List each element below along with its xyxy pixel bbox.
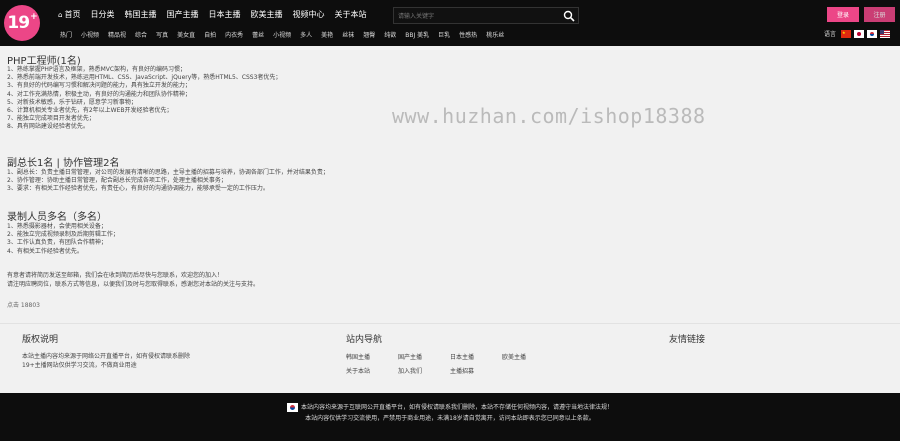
disclaimer-text: 本站内容均来源于互联网公开直播平台，如有侵权请联系我们删除，本站不存储任何视频内… <box>0 402 900 424</box>
search-icon[interactable] <box>563 10 575 22</box>
list-item: 3、要求：有相关工作经验者优先，有责任心，有良好的沟通协调能力，能够承受一定的工… <box>7 185 269 193</box>
category-link[interactable]: 内衣秀 <box>225 30 243 39</box>
category-link[interactable]: 丝袜 <box>342 30 354 39</box>
category-link[interactable]: 自拍 <box>204 30 216 39</box>
register-button[interactable]: 注册 <box>864 7 895 22</box>
category-link[interactable]: 写真 <box>156 30 168 39</box>
section-title-recording: 录制人员多名（多名） <box>7 212 107 223</box>
section-title-php: PHP工程师(1名) <box>7 56 81 67</box>
list-item: 4、有相关工作经验者优先。 <box>7 247 83 255</box>
list-item: 1、副总长：负责主播日常管理，对公司的发展有清晰的思路，主导主播的招募与培养，协… <box>7 169 329 176</box>
disclaimer-line: 本站内容仅供学习交流使用，严禁用于商业用途，未满18岁请自觉离开，访问本站即表示… <box>305 415 595 422</box>
section-title-manager: 副总长1名 | 协作管理2名 <box>7 158 120 169</box>
manager-requirements: 1、副总长：负责主播日常管理，对公司的发展有清晰的思路，主导主播的招募与培养，协… <box>7 169 329 194</box>
jp-flag-icon[interactable] <box>854 29 865 38</box>
category-link[interactable]: 纯欲 <box>384 30 396 39</box>
nav-item-videos[interactable]: 视频中心 <box>292 9 324 20</box>
nav-item-japan[interactable]: 日本主播 <box>208 9 240 20</box>
nav-item-home[interactable]: ⌂ 首页 <box>58 9 80 20</box>
category-link[interactable]: 小视频 <box>273 30 291 39</box>
footer-link[interactable]: 国产主播 <box>398 352 422 361</box>
copyright-title: 版权说明 <box>22 335 59 345</box>
list-item: 3、有良好的代码编写习惯和解决问题的能力，具有独立开发的能力； <box>7 82 191 90</box>
footer-link[interactable]: 韩国主播 <box>346 352 370 361</box>
nav-item-daily[interactable]: 日分类 <box>90 9 114 20</box>
list-item: 1、熟悉摄影器材，会使用相关设备； <box>7 223 107 230</box>
category-link[interactable]: 蕾丝 <box>252 30 264 39</box>
nav-item-korea[interactable]: 韩国主播 <box>124 9 156 20</box>
search-box <box>393 7 579 24</box>
search-input[interactable] <box>398 10 558 22</box>
language-switcher: 语言 <box>824 29 891 38</box>
contact-line: 有意者请将简历发送至邮箱，我们会在收到简历后尽快与您联系，欢迎您的加入！ <box>7 272 224 279</box>
page-views: 点击 18803 <box>7 302 40 309</box>
watermark: www.huzhan.com/ishop18388 <box>392 104 706 128</box>
copyright-text: 本站主播内容均来源于网络公开直播平台，如有侵权请联系删除 19+主播网站仅供学习… <box>22 352 190 370</box>
category-link[interactable]: 翘臀 <box>363 30 375 39</box>
category-link[interactable]: 多人 <box>300 30 312 39</box>
list-item: 3、工作认真负责，有团队合作精神； <box>7 239 107 247</box>
category-link[interactable]: 综合 <box>135 30 147 39</box>
category-link[interactable]: 精品视 <box>108 30 126 39</box>
logo-plus: + <box>30 12 37 22</box>
recording-requirements: 1、熟悉摄影器材，会使用相关设备； 2、能独立完成视频录制及后期剪辑工作； 3、… <box>7 223 119 256</box>
category-link[interactable]: BBJ 美乳 <box>405 30 429 39</box>
footer-link[interactable]: 关于本站 <box>346 366 370 375</box>
login-button[interactable]: 登录 <box>827 7 859 22</box>
contact-line: 请注明应聘岗位，联系方式等信息，以便我们及时与您取得联系，感谢您对本站的关注与支… <box>7 280 260 288</box>
category-link[interactable]: 性感热 <box>459 30 477 39</box>
site-logo[interactable]: 19 + <box>4 5 40 41</box>
logo-text: 19 <box>7 13 30 33</box>
category-link[interactable]: 美艳 <box>321 30 333 39</box>
category-nav: 热门 小视频 精品视 综合 写真 美女直 自拍 内衣秀 蕾丝 小视频 多人 美艳… <box>60 30 513 39</box>
friend-links-title: 友情链接 <box>669 335 706 345</box>
nav-item-china[interactable]: 国产主播 <box>166 9 198 20</box>
us-flag-icon[interactable] <box>880 29 891 38</box>
category-link[interactable]: 热门 <box>60 30 72 39</box>
category-link[interactable]: 小视频 <box>81 30 99 39</box>
category-link[interactable]: 巨乳 <box>438 30 450 39</box>
list-item: 4、对工作充满热情，积极主动，有良好的沟通能力和团队协作精神； <box>7 90 191 98</box>
top-header: 19 + ⌂ 首页 日分类 韩国主播 国产主播 日本主播 欧美主播 视频中心 关于本… <box>0 0 900 46</box>
list-item: 6、计算机相关专业者优先，有2年以上WEB开发经验者优先； <box>7 107 173 115</box>
kr-flag-icon[interactable] <box>867 29 878 38</box>
disclaimer-line: 本站内容均来源于互联网公开直播平台，如有侵权请联系我们删除，本站不存储任何视频内… <box>300 404 613 411</box>
footer-info: 版权说明 本站主播内容均来源于网络公开直播平台，如有侵权请联系删除 19+主播网… <box>0 323 900 393</box>
nav-item-western[interactable]: 欧美主播 <box>250 9 282 20</box>
contact-info: 有意者请将简历发送至邮箱，我们会在收到简历后尽快与您联系，欢迎您的加入！ 请注明… <box>7 272 259 289</box>
copyright-line: 19+主播网站仅供学习交流，不做商业用途 <box>22 362 137 369</box>
copyright-line: 本站主播内容均来源于网络公开直播平台，如有侵权请联系删除 <box>22 353 191 360</box>
footer-link[interactable]: 欧美主播 <box>502 352 526 361</box>
list-item: 1、熟练掌握PHP语言及框架，熟悉MVC架构，有良好的编码习惯； <box>7 66 187 73</box>
footer-disclaimer: 本站内容均来源于互联网公开直播平台，如有侵权请联系我们删除，本站不存储任何视频内… <box>0 393 900 441</box>
category-link[interactable]: 美女直 <box>177 30 195 39</box>
job-content: PHP工程师(1名) 1、熟练掌握PHP语言及框架，熟悉MVC架构，有良好的编码… <box>0 46 900 323</box>
site-nav-title: 站内导航 <box>346 335 383 345</box>
kr-flag-icon <box>286 403 298 412</box>
list-item: 8、具有网站建设经验者优先。 <box>7 123 89 131</box>
main-nav: ⌂ 首页 日分类 韩国主播 国产主播 日本主播 欧美主播 视频中心 关于本站 <box>58 9 376 20</box>
home-icon: ⌂ <box>58 11 63 19</box>
list-item: 5、对新技术敏感，乐于钻研，愿意学习新事物； <box>7 98 137 106</box>
footer-link[interactable]: 主播招募 <box>450 366 474 375</box>
language-label: 语言 <box>824 31 837 38</box>
footer-link[interactable]: 日本主播 <box>450 352 474 361</box>
cn-flag-icon[interactable] <box>841 29 852 38</box>
php-requirements: 1、熟练掌握PHP语言及框架，熟悉MVC架构，有良好的编码习惯； 2、熟悉前端开… <box>7 66 281 132</box>
nav-item-about[interactable]: 关于本站 <box>334 9 366 20</box>
category-link[interactable]: 桃乐丝 <box>486 30 504 39</box>
footer-link[interactable]: 加入我们 <box>398 366 422 375</box>
